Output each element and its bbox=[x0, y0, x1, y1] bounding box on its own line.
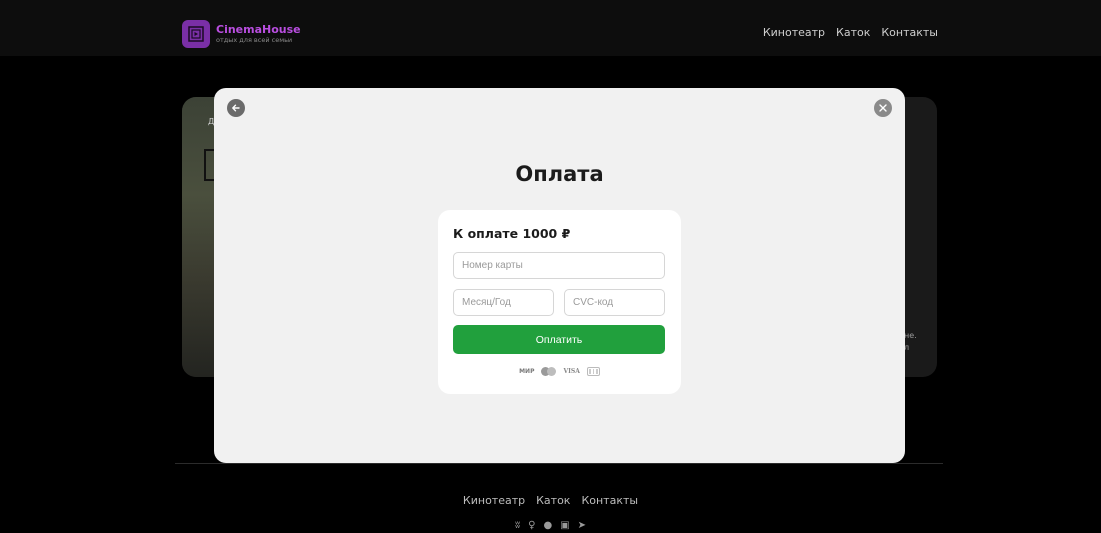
site-header: CinemaHouse отдых для всей семьи Кинотеа… bbox=[0, 0, 1101, 56]
arrow-left-icon bbox=[232, 104, 240, 112]
footer-link-contacts[interactable]: Контакты bbox=[581, 494, 638, 507]
payment-form: К оплате 1000 ₽ Оплатить МИР VISA bbox=[438, 210, 681, 394]
telegram-icon[interactable]: ➤ bbox=[578, 520, 586, 531]
mir-logo: МИР bbox=[519, 368, 535, 375]
page: CinemaHouse отдых для всей семьи Кинотеа… bbox=[0, 0, 1101, 533]
logo[interactable]: CinemaHouse отдых для всей семьи bbox=[182, 20, 301, 48]
visa-logo: VISA bbox=[563, 368, 580, 375]
footer-link-cinema[interactable]: Кинотеатр bbox=[463, 494, 525, 507]
header-nav: Кинотеатр Каток Контакты bbox=[763, 26, 938, 39]
close-button[interactable] bbox=[874, 99, 892, 117]
nav-link-rink[interactable]: Каток bbox=[836, 26, 870, 39]
footer-divider bbox=[175, 463, 943, 464]
nav-link-cinema[interactable]: Кинотеатр bbox=[763, 26, 825, 39]
month-year-input[interactable] bbox=[453, 289, 554, 316]
brand-tagline: отдых для всей семьи bbox=[216, 35, 293, 44]
footer-social: ʬ ♀ ● ▣ ➤ bbox=[0, 520, 1101, 531]
nav-link-contacts[interactable]: Контакты bbox=[881, 26, 938, 39]
odnoklassniki-icon[interactable]: ♀ bbox=[528, 520, 535, 531]
mastercard-icon bbox=[541, 367, 557, 376]
vk-icon[interactable]: ʬ bbox=[515, 520, 520, 531]
payment-modal: Оплата К оплате 1000 ₽ Оплатить МИР VISA bbox=[214, 88, 905, 463]
payment-systems: МИР VISA bbox=[438, 367, 681, 376]
brand-name: CinemaHouse bbox=[216, 22, 301, 36]
pay-button[interactable]: Оплатить bbox=[453, 325, 665, 354]
whatsapp-icon[interactable]: ● bbox=[543, 520, 552, 531]
jcb-icon bbox=[586, 367, 600, 376]
footer-link-rink[interactable]: Каток bbox=[536, 494, 570, 507]
amount-label: К оплате 1000 ₽ bbox=[453, 226, 571, 241]
back-button[interactable] bbox=[227, 99, 245, 117]
close-icon bbox=[879, 104, 887, 112]
background-text: не. л bbox=[904, 331, 917, 352]
card-number-input[interactable] bbox=[453, 252, 665, 279]
youtube-icon[interactable]: ▣ bbox=[560, 520, 569, 531]
logo-film-icon bbox=[182, 20, 210, 48]
modal-title: Оплата bbox=[515, 162, 604, 186]
cvc-input[interactable] bbox=[564, 289, 665, 316]
footer-nav: Кинотеатр Каток Контакты bbox=[0, 494, 1101, 507]
